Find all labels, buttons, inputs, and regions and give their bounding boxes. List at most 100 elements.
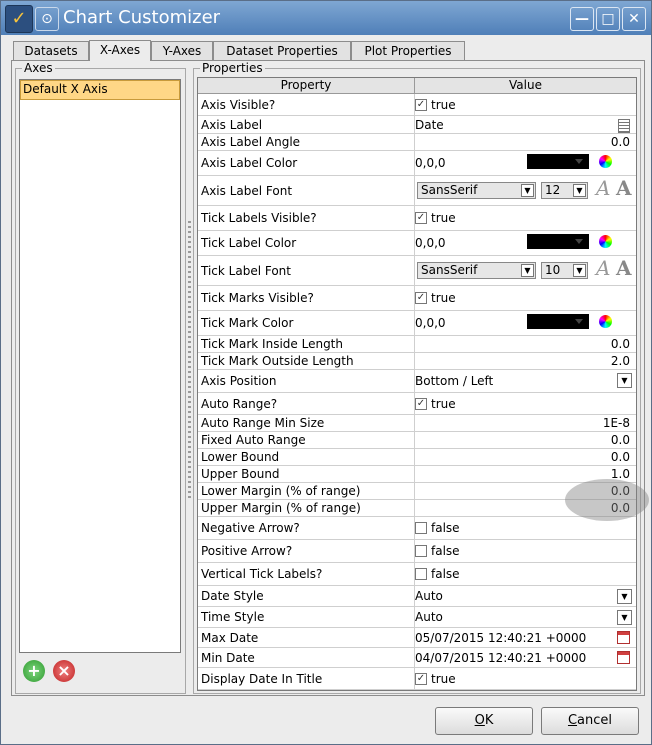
table-row: Lower Bound 0.0 bbox=[198, 449, 636, 466]
bold-icon[interactable]: A bbox=[616, 176, 632, 200]
property-value[interactable]: ✓ true bbox=[415, 668, 634, 689]
tab-y-axes[interactable]: Y-Axes bbox=[151, 41, 213, 60]
cancel-mnemonic: C bbox=[567, 713, 578, 728]
property-value[interactable]: 1E-8 bbox=[415, 415, 634, 431]
axes-list-item[interactable]: Default X Axis bbox=[20, 80, 180, 100]
value-text: true bbox=[431, 291, 456, 305]
add-axis-icon[interactable]: + bbox=[23, 660, 45, 682]
table-row: Tick Marks Visible? ✓ true bbox=[198, 286, 636, 311]
color-wheel-icon[interactable] bbox=[599, 235, 612, 248]
calendar-icon[interactable] bbox=[617, 651, 630, 664]
title-bar[interactable]: ✓ ⊙ Chart Customizer — □ ✕ bbox=[1, 1, 651, 35]
font-size-select[interactable]: 10 ▼ bbox=[541, 262, 588, 279]
property-value[interactable]: ✓ true bbox=[415, 94, 634, 115]
cancel-button[interactable]: Cancel bbox=[541, 707, 639, 735]
tab-datasets[interactable]: Datasets bbox=[13, 41, 89, 60]
property-value[interactable]: ✓ true bbox=[415, 393, 634, 414]
table-row: Display Date In Title ✓ true bbox=[198, 668, 636, 690]
checkbox-checked[interactable]: ✓ bbox=[415, 212, 427, 224]
checkbox-unchecked[interactable] bbox=[415, 568, 427, 580]
value-text: Date bbox=[415, 117, 444, 132]
tab-x-axes[interactable]: X-Axes bbox=[89, 40, 151, 61]
color-wheel-icon[interactable] bbox=[599, 155, 612, 168]
checkbox-checked[interactable]: ✓ bbox=[415, 98, 427, 111]
table-row: Axis Position Bottom / Left ▼ bbox=[198, 370, 636, 393]
chevron-down-icon[interactable]: ▼ bbox=[617, 610, 632, 625]
font-size-select[interactable]: 12 ▼ bbox=[541, 182, 588, 199]
property-value[interactable]: 05/07/2015 12:40:21 +0000 bbox=[415, 628, 634, 647]
checkbox-unchecked[interactable] bbox=[415, 545, 427, 557]
calendar-icon[interactable] bbox=[617, 631, 630, 644]
tab-dataset-properties[interactable]: Dataset Properties bbox=[213, 41, 351, 60]
checkbox-checked[interactable]: ✓ bbox=[415, 292, 427, 304]
value-text: true bbox=[431, 97, 456, 112]
property-value[interactable]: 2.0 bbox=[415, 353, 634, 369]
text-editor-icon[interactable] bbox=[618, 119, 630, 133]
property-name: Axis Label bbox=[198, 116, 415, 133]
chevron-down-icon[interactable]: ▼ bbox=[617, 373, 632, 388]
property-value[interactable]: 0.0 bbox=[415, 134, 634, 150]
table-row: Time Style Auto ▼ bbox=[198, 607, 636, 628]
property-value[interactable]: false bbox=[415, 563, 634, 585]
remove-axis-icon[interactable]: × bbox=[53, 660, 75, 682]
close-icon[interactable]: ✕ bbox=[622, 7, 646, 31]
italic-icon[interactable]: A bbox=[596, 176, 610, 200]
property-name: Axis Label Font bbox=[198, 176, 415, 205]
splitter-handle[interactable] bbox=[188, 221, 191, 501]
table-row: Axis Label Date bbox=[198, 116, 636, 134]
property-value[interactable]: 0.0 bbox=[415, 336, 634, 352]
property-name: Positive Arrow? bbox=[198, 540, 415, 562]
property-value[interactable]: false bbox=[415, 540, 634, 562]
value-text: 1E-8 bbox=[602, 416, 630, 430]
maximize-icon[interactable]: □ bbox=[596, 7, 620, 31]
table-row: Axis Label Angle 0.0 bbox=[198, 134, 636, 151]
property-value[interactable]: 04/07/2015 12:40:21 +0000 bbox=[415, 648, 634, 667]
value-text: false bbox=[431, 521, 460, 535]
chart-customizer-window: ✓ ⊙ Chart Customizer — □ ✕ Datasets X-Ax… bbox=[0, 0, 652, 745]
property-value[interactable]: 0.0 bbox=[415, 449, 634, 465]
property-value[interactable]: Auto ▼ bbox=[415, 586, 634, 606]
axes-list[interactable]: Default X Axis bbox=[19, 79, 181, 653]
property-name: Display Date In Title bbox=[198, 668, 415, 689]
table-row: Axis Label Font SansSerif ▼ 12 ▼ A A bbox=[198, 176, 636, 206]
table-row: Tick Label Color 0,0,0 bbox=[198, 231, 636, 256]
table-header: Property Value bbox=[198, 78, 636, 94]
chevron-down-icon: ▼ bbox=[573, 264, 586, 277]
property-value[interactable]: Bottom / Left ▼ bbox=[415, 370, 634, 392]
chevron-down-icon: ▼ bbox=[521, 184, 534, 197]
checkbox-unchecked[interactable] bbox=[415, 522, 427, 534]
property-value[interactable]: ✓ true bbox=[415, 286, 634, 310]
property-value[interactable]: ✓ true bbox=[415, 206, 634, 230]
bold-icon[interactable]: A bbox=[616, 256, 632, 280]
property-name: Tick Labels Visible? bbox=[198, 206, 415, 230]
chevron-down-icon[interactable]: ▼ bbox=[617, 589, 632, 604]
font-family-select[interactable]: SansSerif ▼ bbox=[417, 262, 536, 279]
table-row: Axis Visible? ✓ true bbox=[198, 94, 636, 116]
property-name: Fixed Auto Range bbox=[198, 432, 415, 448]
window-menu-icon[interactable]: ⊙ bbox=[35, 7, 59, 31]
property-value[interactable]: SansSerif ▼ 10 ▼ A A bbox=[415, 256, 634, 285]
chevron-down-icon bbox=[575, 159, 583, 164]
property-value[interactable]: 0,0,0 bbox=[415, 231, 634, 255]
value-text: 0.0 bbox=[610, 337, 630, 351]
minimize-icon[interactable]: — bbox=[570, 7, 594, 31]
font-family-select[interactable]: SansSerif ▼ bbox=[417, 182, 536, 199]
property-name: Tick Label Font bbox=[198, 256, 415, 285]
property-value[interactable]: Auto ▼ bbox=[415, 607, 634, 627]
ok-button[interactable]: OK bbox=[435, 707, 533, 735]
property-name: Axis Position bbox=[198, 370, 415, 392]
property-value[interactable]: SansSerif ▼ 12 ▼ A A bbox=[415, 176, 634, 205]
header-value[interactable]: Value bbox=[415, 78, 636, 93]
italic-icon[interactable]: A bbox=[596, 256, 610, 280]
property-value[interactable]: 0.0 bbox=[415, 432, 634, 448]
property-value[interactable]: 0,0,0 bbox=[415, 311, 634, 335]
checkbox-checked[interactable]: ✓ bbox=[415, 397, 427, 410]
value-text: 05/07/2015 12:40:21 +0000 bbox=[415, 630, 587, 645]
property-value[interactable]: Date bbox=[415, 116, 634, 133]
checkbox-checked[interactable]: ✓ bbox=[415, 672, 427, 685]
tab-plot-properties[interactable]: Plot Properties bbox=[351, 41, 465, 60]
property-name: Tick Mark Inside Length bbox=[198, 336, 415, 352]
header-property[interactable]: Property bbox=[198, 78, 415, 93]
property-value[interactable]: 0,0,0 bbox=[415, 151, 634, 175]
color-wheel-icon[interactable] bbox=[599, 315, 612, 328]
